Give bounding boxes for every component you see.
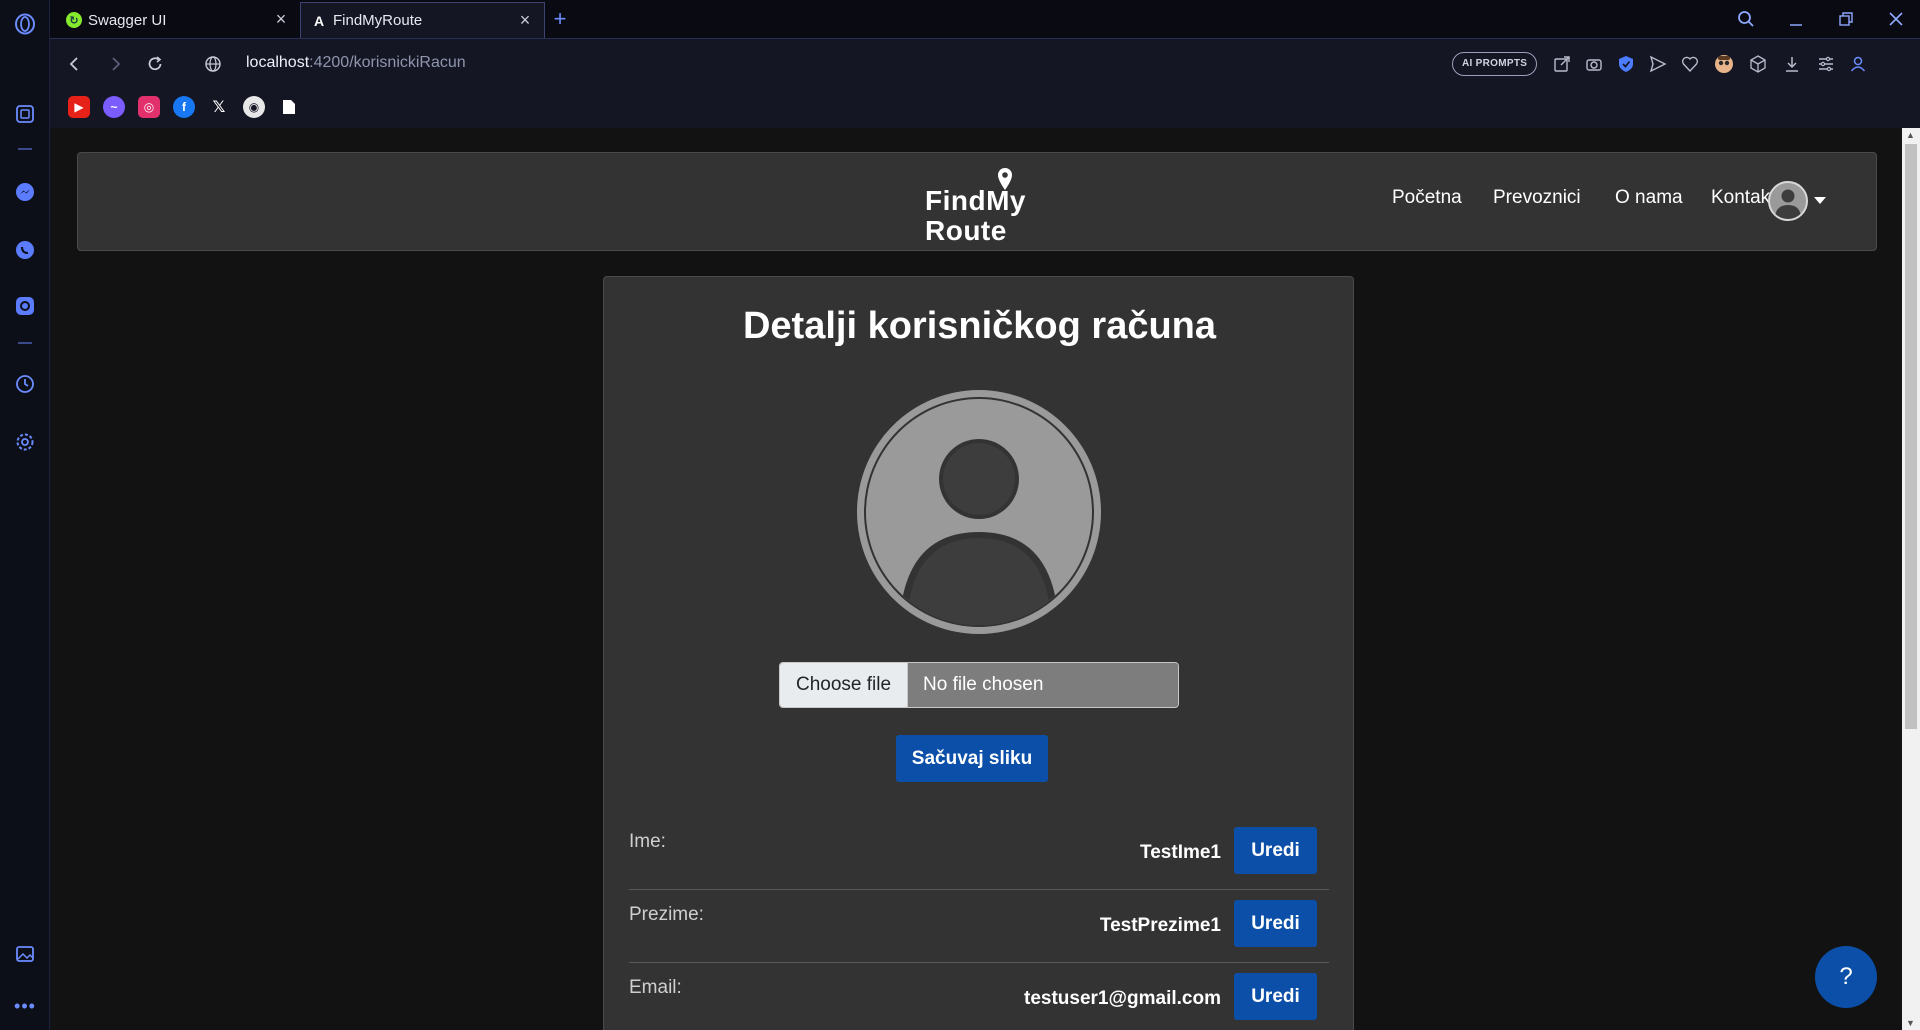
nav-link-pocetna[interactable]: Početna [1392,187,1462,209]
tab-title: Swagger UI [88,11,167,29]
tab-title: FindMyRoute [333,12,423,29]
minimize-window-icon[interactable] [1782,6,1810,32]
messenger-bookmark-icon[interactable]: ~ [103,96,125,118]
user-avatar-icon [1775,189,1801,219]
save-picture-button[interactable]: Sačuvaj sliku [896,735,1048,782]
camera-snapshot-icon[interactable] [1582,52,1606,76]
site-info-globe-icon[interactable] [200,51,226,77]
scroll-down-icon[interactable]: ▼ [1906,1018,1915,1028]
field-label: Ime: [629,831,666,852]
user-menu-dropdown-icon[interactable] [1814,197,1826,204]
address-bar: localhost:4200/korisnickiRacun AI PROMPT… [50,38,1920,88]
browser-sidebar: ••• [0,0,50,1030]
ai-prompts-button[interactable]: AI PROMPTS [1452,52,1538,76]
file-status-text: No file chosen [908,663,1178,707]
chatgpt-bookmark-icon[interactable]: ◉ [243,96,265,118]
messenger-icon[interactable] [13,180,37,204]
field-label: Prezime: [629,904,704,925]
history-icon[interactable] [13,372,37,396]
sidebar-divider [18,342,32,344]
logo-line2: Route [925,215,1007,246]
profile-picture-file-input[interactable]: Choose file No file chosen [779,662,1179,708]
forward-icon[interactable] [102,51,128,77]
restore-window-icon[interactable] [1832,6,1860,32]
profile-icon[interactable] [1846,52,1870,76]
tab-findmyroute[interactable]: A FindMyRoute × [300,2,545,38]
close-window-icon[interactable] [1882,6,1910,32]
site-navbar: FindMy Route Početna Prevoznici O nama K… [77,152,1877,251]
field-row-email: Email: testuser1@gmail.com Uredi [629,963,1329,1030]
findmyroute-logo[interactable]: FindMy Route [925,167,1035,246]
browser-window: ••• ↻ Swagger UI × A FindMyRoute × + loc… [0,0,1920,1030]
edit-ime-button[interactable]: Uredi [1234,827,1317,874]
more-options-icon[interactable]: ••• [13,994,37,1018]
settings-gear-icon[interactable] [13,430,37,454]
nav-link-kontakt[interactable]: Kontakt [1711,187,1775,209]
bookmarks-bar: ▶ ~ ◎ f 𝕏 ◉ [50,88,1920,128]
opera-logo-icon[interactable] [13,12,37,36]
url-path: :4200/korisnickiRacun [309,54,466,71]
send-icon[interactable] [1646,52,1670,76]
scrollbar-thumb[interactable] [1905,144,1917,729]
logo-line1: FindMy [925,185,1026,216]
gallery-icon[interactable] [13,942,37,966]
favorites-heart-icon[interactable] [1678,52,1702,76]
page-scrollbar[interactable]: ▲ ▼ [1902,128,1920,1030]
account-details-card: Detalji korisničkog računa Choose file N… [603,276,1354,1030]
web-page: FindMy Route Početna Prevoznici O nama K… [50,128,1902,1030]
sidebar-divider [18,148,32,150]
field-row-ime: Ime: TestIme1 Uredi [629,817,1329,890]
field-value: TestPrezime1 [1099,915,1221,936]
profile-avatar-icon [857,390,1101,634]
field-label: Email: [629,977,682,998]
scroll-up-icon[interactable]: ▲ [1906,130,1915,140]
downloads-icon[interactable] [1780,52,1804,76]
instagram-bookmark-icon[interactable]: ◎ [138,96,160,118]
help-button[interactable]: ? [1815,946,1877,1008]
url-field[interactable]: localhost:4200/korisnickiRacun [246,54,466,72]
facebook-bookmark-icon[interactable]: f [173,96,195,118]
share-icon[interactable] [1550,52,1574,76]
x-bookmark-icon[interactable]: 𝕏 [208,96,230,118]
profile-picture [854,387,1104,637]
field-value: testuser1@gmail.com [1024,988,1221,1009]
nav-link-o-nama[interactable]: O nama [1615,187,1683,209]
swagger-favicon-icon: ↻ [66,12,82,28]
back-icon[interactable] [62,51,88,77]
close-tab-icon[interactable]: × [272,10,290,28]
user-menu-avatar[interactable] [1768,181,1808,221]
youtube-bookmark-icon[interactable]: ▶ [68,96,90,118]
tab-swagger[interactable]: ↻ Swagger UI × [56,2,300,38]
instagram-icon[interactable] [13,294,37,318]
field-row-prezime: Prezime: TestPrezime1 Uredi [629,890,1329,963]
easy-setup-sliders-icon[interactable] [1814,52,1838,76]
choose-file-button[interactable]: Choose file [780,663,908,707]
url-host: localhost [246,54,310,71]
vpn-shield-icon[interactable] [1614,52,1638,76]
angular-favicon-icon: A [313,12,325,29]
field-value: TestIme1 [1140,842,1221,863]
close-tab-icon[interactable]: × [516,11,534,29]
aria-icon[interactable] [13,102,37,126]
extensions-cube-icon[interactable] [1746,52,1770,76]
edit-email-button[interactable]: Uredi [1234,973,1317,1020]
edit-prezime-button[interactable]: Uredi [1234,900,1317,947]
document-bookmark-icon[interactable] [278,96,300,118]
extension-avatar-icon[interactable] [1712,52,1736,76]
new-tab-icon[interactable]: + [546,6,574,32]
whatsapp-icon[interactable] [13,238,37,262]
tab-strip: ↻ Swagger UI × A FindMyRoute × + [50,0,1920,38]
search-tabs-icon[interactable] [1732,6,1760,32]
nav-link-prevoznici[interactable]: Prevoznici [1493,187,1581,209]
page-title: Detalji korisničkog računa [742,305,1217,347]
reload-icon[interactable] [142,51,168,77]
